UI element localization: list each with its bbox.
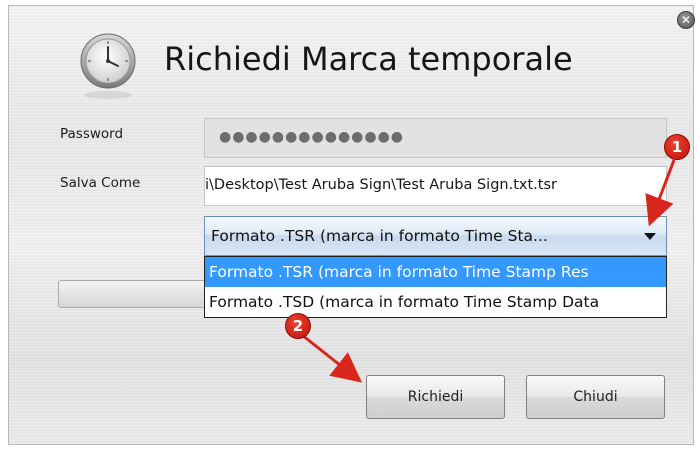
password-value: ●●●●●●●●●●●●●● <box>219 129 405 145</box>
chevron-down-icon[interactable] <box>644 233 656 240</box>
format-select-value: Formato .TSR (marca in formato Time Sta.… <box>211 227 548 245</box>
close-icon[interactable]: ✕ <box>677 11 695 29</box>
format-dropdown-list: Formato .TSR (marca in formato Time Stam… <box>204 256 667 318</box>
annotation-badge-1: 1 <box>664 134 690 160</box>
save-as-field[interactable]: i\Desktop\Test Aruba Sign\Test Aruba Sig… <box>204 166 667 206</box>
close-button[interactable]: Chiudi <box>526 375 665 419</box>
progress-bar <box>58 280 206 308</box>
format-option-tsr[interactable]: Formato .TSR (marca in formato Time Stam… <box>205 257 666 287</box>
save-as-value: i\Desktop\Test Aruba Sign\Test Aruba Sig… <box>205 177 557 193</box>
annotation-badge-2: 2 <box>285 313 311 339</box>
password-label: Password <box>60 126 124 142</box>
format-option-tsd[interactable]: Formato .TSD (marca in formato Time Stam… <box>205 287 666 317</box>
password-field[interactable]: ●●●●●●●●●●●●●● <box>204 118 667 158</box>
format-select[interactable]: Formato .TSR (marca in formato Time Sta.… <box>204 216 667 256</box>
request-button[interactable]: Richiedi <box>366 375 505 419</box>
clock-icon <box>80 33 136 99</box>
dialog-title: Richiedi Marca temporale <box>164 40 573 78</box>
save-as-label: Salva Come <box>60 175 141 191</box>
